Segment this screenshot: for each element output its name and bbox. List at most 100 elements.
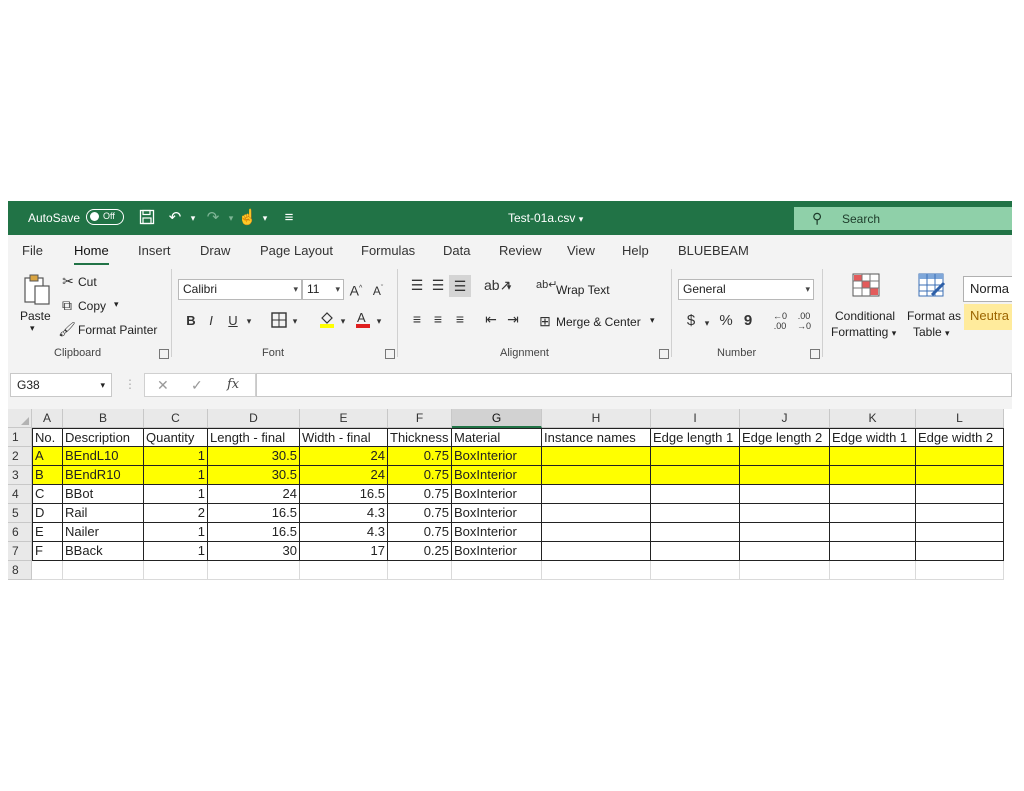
align-bottom-icon[interactable]: ☰ <box>449 275 471 297</box>
search-box[interactable]: ⚲ Search <box>794 207 1012 230</box>
number-launcher-icon[interactable] <box>810 349 820 359</box>
cell-c3[interactable]: 1 <box>144 466 208 485</box>
row-header-4[interactable]: 4 <box>8 485 32 504</box>
column-header-a[interactable]: A <box>32 409 63 428</box>
tab-review[interactable]: Review <box>499 243 542 258</box>
cell-e4[interactable]: 16.5 <box>300 485 388 504</box>
format-painter-button[interactable]: Format Painter <box>78 323 157 337</box>
cell-i5[interactable] <box>651 504 740 523</box>
cell-h2[interactable] <box>542 447 651 466</box>
cell-d6[interactable]: 16.5 <box>208 523 300 542</box>
undo-icon[interactable]: ↶ <box>166 209 184 227</box>
cell-k1[interactable]: Edge width 1 <box>830 428 916 447</box>
cell-c2[interactable]: 1 <box>144 447 208 466</box>
align-center-icon[interactable]: ≡ <box>429 311 447 327</box>
cell-l8[interactable] <box>916 561 1004 580</box>
cell-c8[interactable] <box>144 561 208 580</box>
row-header-6[interactable]: 6 <box>8 523 32 542</box>
column-header-d[interactable]: D <box>208 409 300 428</box>
column-header-g[interactable]: G <box>452 409 542 428</box>
cell-c6[interactable]: 1 <box>144 523 208 542</box>
cell-b5[interactable]: Rail <box>63 504 144 523</box>
cell-e5[interactable]: 4.3 <box>300 504 388 523</box>
redo-icon[interactable]: ↷ <box>204 209 222 227</box>
fill-color-icon[interactable] <box>318 309 336 332</box>
cell-l3[interactable] <box>916 466 1004 485</box>
cell-h4[interactable] <box>542 485 651 504</box>
save-icon[interactable] <box>138 209 156 227</box>
tab-file[interactable]: File <box>22 243 43 258</box>
cell-f7[interactable]: 0.25 <box>388 542 452 561</box>
cell-i7[interactable] <box>651 542 740 561</box>
conditional-formatting-button[interactable]: Conditional <box>835 309 895 323</box>
cell-l7[interactable] <box>916 542 1004 561</box>
cell-f4[interactable]: 0.75 <box>388 485 452 504</box>
orientation-dropdown-icon[interactable]: ▾ <box>504 279 514 295</box>
cell-k8[interactable] <box>830 561 916 580</box>
customize-qat-icon[interactable]: ≡ <box>280 209 298 227</box>
cell-e8[interactable] <box>300 561 388 580</box>
cut-button[interactable]: Cut <box>78 275 97 289</box>
cell-j6[interactable] <box>740 523 830 542</box>
decrease-indent-icon[interactable]: ⇤ <box>482 311 500 327</box>
cell-c5[interactable]: 2 <box>144 504 208 523</box>
orientation-icon[interactable]: ab↗ <box>484 277 511 293</box>
tab-draw[interactable]: Draw <box>200 243 230 258</box>
merge-center-icon[interactable]: ⊞ <box>536 313 554 329</box>
number-format-combo[interactable]: General ▾ <box>678 279 814 300</box>
merge-center-button[interactable]: Merge & Center <box>556 315 641 329</box>
enter-icon[interactable]: ✓ <box>191 377 203 394</box>
cell-i3[interactable] <box>651 466 740 485</box>
cell-i1[interactable]: Edge length 1 <box>651 428 740 447</box>
clipboard-launcher-icon[interactable] <box>159 349 169 359</box>
column-header-b[interactable]: B <box>63 409 144 428</box>
increase-font-icon[interactable]: A^ <box>348 281 364 299</box>
tab-data[interactable]: Data <box>443 243 470 258</box>
cell-l2[interactable] <box>916 447 1004 466</box>
cell-j8[interactable] <box>740 561 830 580</box>
cell-j5[interactable] <box>740 504 830 523</box>
underline-button[interactable]: U <box>226 313 240 329</box>
decrease-font-icon[interactable]: Aˇ <box>370 281 386 299</box>
cell-b7[interactable]: BBack <box>63 542 144 561</box>
cell-a8[interactable] <box>32 561 63 580</box>
touch-dropdown-icon[interactable]: ▾ <box>256 209 274 227</box>
style-normal[interactable]: Norma <box>963 276 1012 302</box>
cell-i6[interactable] <box>651 523 740 542</box>
cell-l4[interactable] <box>916 485 1004 504</box>
cell-d7[interactable]: 30 <box>208 542 300 561</box>
insert-function-icon[interactable]: fx <box>227 377 239 392</box>
cell-c7[interactable]: 1 <box>144 542 208 561</box>
italic-button[interactable]: I <box>204 313 218 329</box>
cell-f1[interactable]: Thickness <box>388 428 452 447</box>
cell-d4[interactable]: 24 <box>208 485 300 504</box>
cell-d1[interactable]: Length - final <box>208 428 300 447</box>
cell-b2[interactable]: BEndL10 <box>63 447 144 466</box>
cell-e2[interactable]: 24 <box>300 447 388 466</box>
cell-a3[interactable]: B <box>32 466 63 485</box>
cancel-icon[interactable]: ✕ <box>157 377 169 394</box>
tab-view[interactable]: View <box>567 243 595 258</box>
cell-b8[interactable] <box>63 561 144 580</box>
row-header-2[interactable]: 2 <box>8 447 32 466</box>
cell-a6[interactable]: E <box>32 523 63 542</box>
cell-i2[interactable] <box>651 447 740 466</box>
underline-dropdown-icon[interactable]: ▾ <box>244 313 254 329</box>
cell-d3[interactable]: 30.5 <box>208 466 300 485</box>
increase-decimal-icon[interactable]: ←0.00 <box>770 311 790 331</box>
cell-g3[interactable]: BoxInterior <box>452 466 542 485</box>
alignment-launcher-icon[interactable] <box>659 349 669 359</box>
cell-f3[interactable]: 0.75 <box>388 466 452 485</box>
copy-icon[interactable]: ⧉ <box>58 297 76 313</box>
paste-button[interactable]: Paste <box>20 309 51 323</box>
column-header-e[interactable]: E <box>300 409 388 428</box>
cell-h7[interactable] <box>542 542 651 561</box>
tab-help[interactable]: Help <box>622 243 649 258</box>
cell-c1[interactable]: Quantity <box>144 428 208 447</box>
cell-k7[interactable] <box>830 542 916 561</box>
font-size-combo[interactable]: 11 ▾ <box>302 279 344 300</box>
cell-g2[interactable]: BoxInterior <box>452 447 542 466</box>
tab-home[interactable]: Home <box>74 243 109 266</box>
copy-dropdown-icon[interactable]: ▾ <box>114 299 119 310</box>
cut-icon[interactable]: ✂ <box>60 273 76 289</box>
